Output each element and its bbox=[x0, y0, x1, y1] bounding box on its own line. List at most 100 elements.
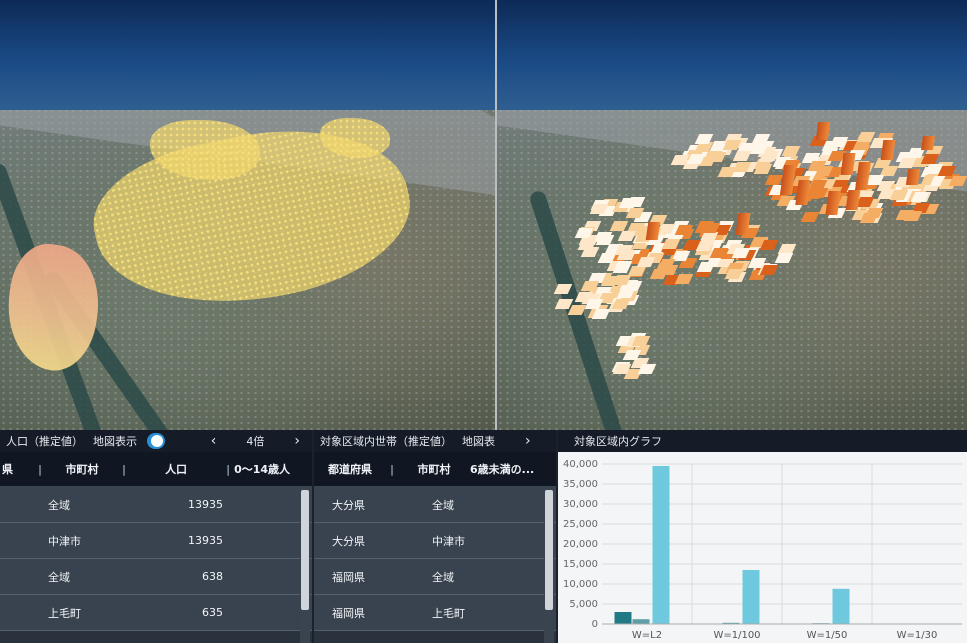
municipality-cell: 全域 bbox=[432, 498, 454, 512]
municipality-cell: 上毛町 bbox=[432, 606, 465, 620]
table-row[interactable]: 中津市 13935 bbox=[0, 523, 312, 559]
map-toggle-label: 地図表示 bbox=[93, 435, 137, 448]
table-row[interactable]: 大分県 中津市 bbox=[314, 523, 556, 559]
table-row[interactable]: 全域 638 bbox=[0, 559, 312, 595]
zoom-level: 4倍 bbox=[246, 435, 265, 448]
bar bbox=[742, 570, 760, 624]
panel-title: 対象区域内グラフ bbox=[574, 435, 662, 448]
chart-svg: 0 5,000 10,000 15,000 20,000 25,000 30,000 35,0… bbox=[563, 459, 962, 641]
scrollbar-thumb[interactable] bbox=[545, 490, 553, 610]
panel-header: 対象区域内グラフ bbox=[558, 430, 967, 452]
map-3d-bar bbox=[815, 122, 831, 140]
x-tick-label: W=L2 bbox=[632, 630, 662, 641]
map-3d-bar bbox=[880, 140, 896, 160]
map-cell bbox=[636, 257, 656, 267]
map-3d-bar bbox=[645, 222, 661, 240]
x-tick-label: W=1/30 bbox=[897, 630, 938, 641]
x-tick-label: W=1/50 bbox=[807, 630, 848, 641]
prefecture-cell: 大分県 bbox=[332, 534, 365, 548]
map-cell bbox=[781, 146, 801, 156]
population-cell: 13935 bbox=[188, 534, 223, 547]
3d-bar-layer bbox=[497, 0, 967, 430]
household-3d-map-view[interactable] bbox=[497, 0, 967, 430]
y-tick-label: 35,000 bbox=[563, 479, 598, 490]
prefecture-cell: 福岡県 bbox=[332, 570, 365, 584]
prefecture-cell: 大分県 bbox=[332, 498, 365, 512]
bar bbox=[632, 619, 650, 624]
scrollbar-thumb[interactable] bbox=[301, 490, 309, 610]
panel-title: 対象区域内世帯（推定値） bbox=[320, 435, 452, 448]
population-map-view[interactable] bbox=[0, 0, 495, 430]
y-tick-label: 5,000 bbox=[569, 599, 598, 610]
y-tick-label: 20,000 bbox=[563, 539, 598, 550]
map-cell bbox=[659, 265, 679, 275]
map-cell bbox=[661, 239, 681, 249]
y-tick-label: 25,000 bbox=[563, 519, 598, 530]
map-cell bbox=[759, 240, 779, 250]
bar bbox=[652, 466, 670, 624]
y-tick-label: 40,000 bbox=[563, 459, 598, 470]
municipality-cell: 中津市 bbox=[48, 534, 81, 548]
table-header: 都道府県 | 市町村 6歳未満の... bbox=[314, 452, 556, 487]
col-prefecture[interactable]: 県 bbox=[0, 461, 34, 477]
population-cell: 13935 bbox=[188, 498, 223, 511]
population-cell: 635 bbox=[202, 606, 223, 619]
col-municipality[interactable]: 市町村 bbox=[398, 461, 470, 477]
map-cell bbox=[753, 164, 773, 174]
municipality-cell: 全域 bbox=[48, 498, 70, 512]
panel-header: 人口（推定値） 地図表示 ✓ ‹ 4倍 › bbox=[0, 430, 312, 452]
map-cell bbox=[732, 151, 752, 161]
household-panel: 対象区域内世帯（推定値） 地図表 › 都道府県 | 市町村 6歳未満の... 大… bbox=[314, 430, 556, 643]
table-scrollbar[interactable] bbox=[544, 488, 554, 643]
table-row[interactable]: 福岡県 上毛町 bbox=[314, 595, 556, 631]
map-cell bbox=[591, 309, 611, 319]
col-under-6[interactable]: 6歳未満の... bbox=[470, 461, 540, 477]
prev-button[interactable]: ‹ bbox=[205, 433, 223, 449]
map-cell bbox=[611, 299, 631, 309]
population-panel: 人口（推定値） 地図表示 ✓ ‹ 4倍 › 県 | 市町村 | 人口 | 0〜1… bbox=[0, 430, 312, 643]
table-header: 県 | 市町村 | 人口 | 0〜14歳人 bbox=[0, 452, 312, 487]
map-3d-bar bbox=[840, 153, 856, 175]
col-population[interactable]: 人口 bbox=[130, 461, 222, 477]
municipality-cell: 全域 bbox=[432, 570, 454, 584]
bar bbox=[614, 612, 632, 624]
table-row[interactable]: 大分県 全域 bbox=[314, 487, 556, 523]
table-scrollbar[interactable] bbox=[300, 488, 310, 643]
panel-title: 人口（推定値） bbox=[6, 435, 83, 448]
bar bbox=[832, 588, 850, 624]
chart-panel: 対象区域内グラフ 0 5,000 10,000 15,000 20,000 25,000 3… bbox=[558, 430, 967, 643]
map-cell bbox=[637, 364, 657, 374]
col-prefecture[interactable]: 都道府県 bbox=[314, 461, 386, 477]
prefecture-cell: 福岡県 bbox=[332, 606, 365, 620]
y-tick-label: 0 bbox=[592, 619, 598, 630]
map-cell bbox=[609, 221, 629, 231]
population-cell: 638 bbox=[202, 570, 223, 583]
col-age-0-14[interactable]: 0〜14歳人 bbox=[234, 461, 294, 477]
map-display-toggle[interactable]: ✓ bbox=[147, 433, 165, 449]
panel-header: 対象区域内世帯（推定値） 地図表 › bbox=[314, 430, 556, 452]
y-tick-label: 30,000 bbox=[563, 499, 598, 510]
next-button[interactable]: › bbox=[288, 433, 306, 449]
map-cell bbox=[759, 265, 779, 275]
map-cell bbox=[800, 212, 820, 222]
map-cell bbox=[674, 274, 694, 284]
map-3d-bar bbox=[905, 169, 921, 185]
table-row[interactable]: 福岡県 全域 bbox=[314, 559, 556, 595]
municipality-cell: 中津市 bbox=[432, 534, 465, 548]
y-tick-label: 10,000 bbox=[563, 579, 598, 590]
map-display-label[interactable]: 地図表 bbox=[462, 433, 495, 449]
municipality-cell: 全域 bbox=[48, 570, 70, 584]
map-3d-bar bbox=[795, 180, 811, 205]
table-row[interactable]: 上毛町 635 bbox=[0, 595, 312, 631]
toggle-knob bbox=[150, 435, 163, 447]
bar-chart: 0 5,000 10,000 15,000 20,000 25,000 30,000 35,0… bbox=[558, 452, 967, 643]
next-button[interactable]: › bbox=[519, 433, 537, 449]
table-row[interactable]: 全域 13935 bbox=[0, 487, 312, 523]
col-municipality[interactable]: 市町村 bbox=[46, 461, 118, 477]
map-3d-bar bbox=[921, 136, 935, 150]
map-cell bbox=[920, 154, 940, 164]
map-cell bbox=[553, 284, 573, 294]
municipality-cell: 上毛町 bbox=[48, 606, 81, 620]
x-tick-label: W=1/100 bbox=[713, 630, 760, 641]
map-cell bbox=[774, 253, 794, 263]
